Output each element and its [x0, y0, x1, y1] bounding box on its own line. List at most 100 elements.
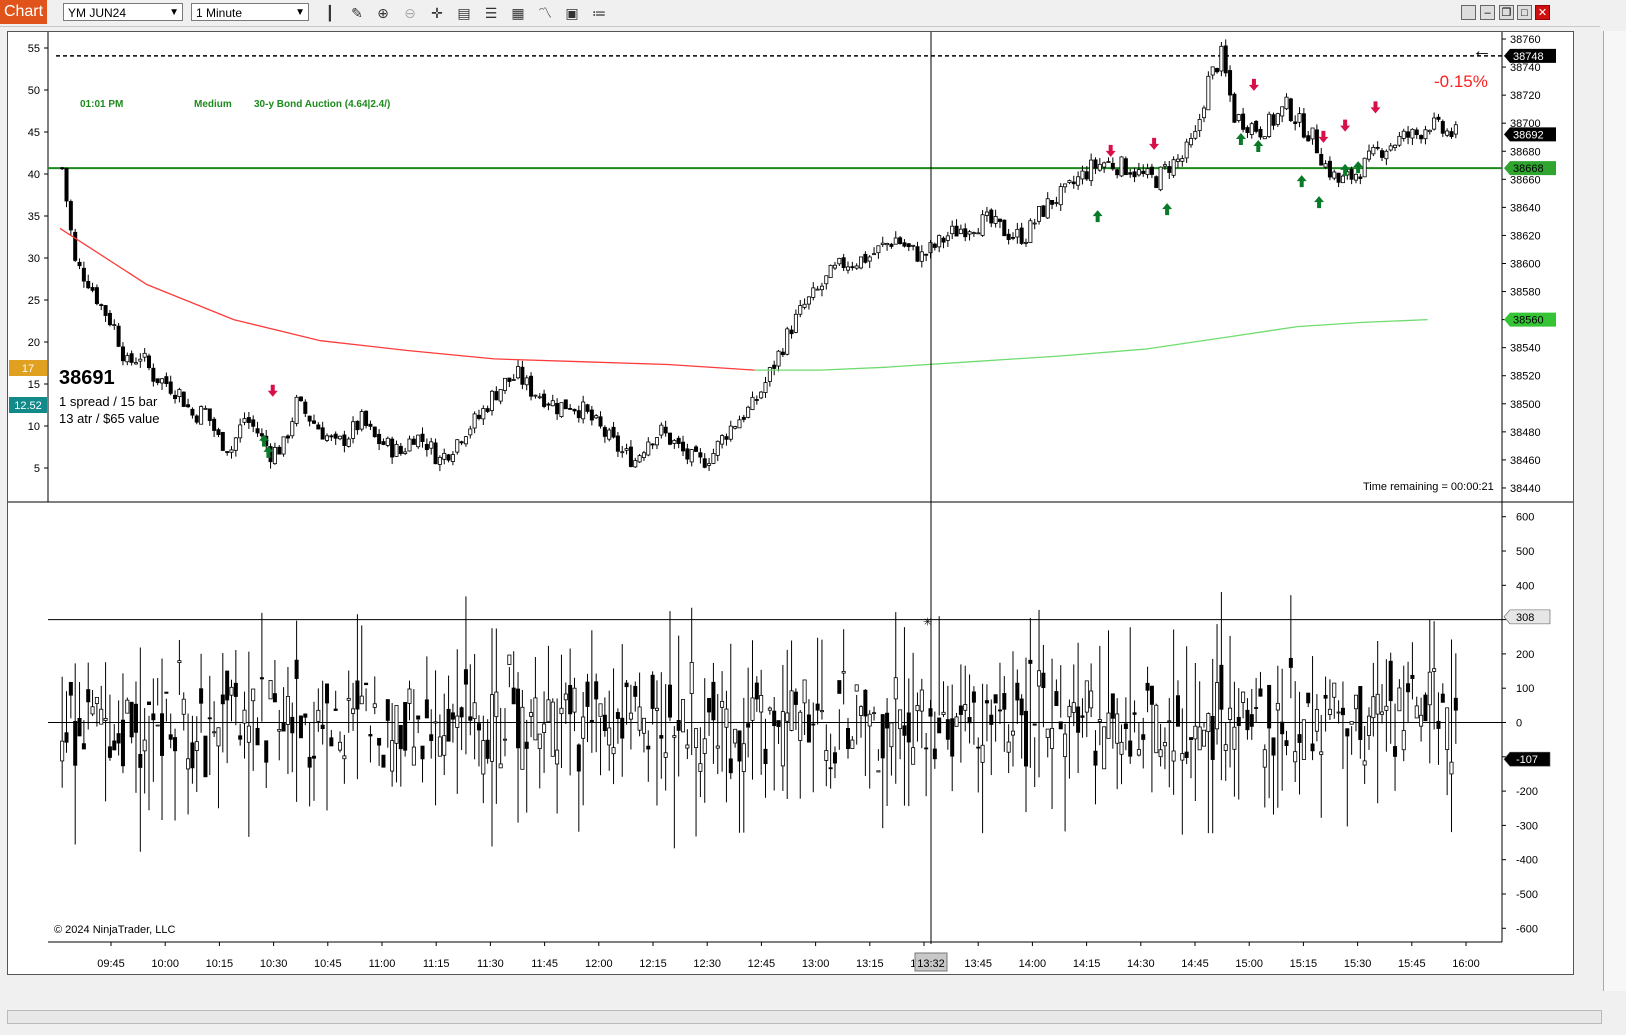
candle-body	[780, 351, 785, 356]
spread-stat: 1 spread / 15 bar	[59, 394, 158, 409]
osc-body	[1436, 720, 1441, 729]
close-icon[interactable]: ✕	[1535, 5, 1550, 20]
osc-body	[1019, 698, 1024, 716]
candle-body	[325, 435, 330, 441]
properties-icon[interactable]: ▤	[455, 4, 473, 22]
osc-body	[1427, 671, 1432, 706]
osc-body	[941, 711, 946, 715]
left-axis-tick: 45	[28, 127, 40, 139]
osc-body	[1258, 688, 1263, 697]
candle-body	[950, 225, 955, 235]
osc-body	[1310, 743, 1315, 752]
osc-body	[229, 686, 234, 696]
candle-body	[1223, 45, 1228, 74]
candle-body	[654, 437, 659, 446]
candle-body	[1406, 131, 1411, 138]
osc-body	[472, 702, 477, 720]
osc-axis-tick: 200	[1516, 649, 1534, 661]
candle-body	[1015, 228, 1020, 238]
candle-body	[151, 367, 156, 382]
candle-body	[898, 237, 903, 245]
candle-body	[1362, 157, 1367, 178]
chart-canvas[interactable]: 5550454035302520151053876038740387203870…	[8, 32, 1573, 974]
candle-body	[737, 419, 742, 429]
osc-body	[107, 746, 112, 758]
instrument-selector[interactable]: YM JUN24 ▼	[63, 3, 183, 21]
osc-body	[880, 714, 885, 759]
candle-body	[212, 418, 217, 431]
candle-body	[993, 216, 998, 224]
candle-body	[1202, 107, 1207, 119]
candle-body	[468, 428, 473, 436]
indicators-icon[interactable]: 〽	[536, 4, 554, 22]
candle-body	[272, 447, 277, 465]
time-axis-tick: 14:45	[1181, 958, 1209, 970]
osc-body	[333, 708, 338, 711]
osc-body	[980, 744, 985, 763]
osc-body	[1228, 707, 1233, 720]
candle-body	[181, 391, 186, 407]
event-name: 30-y Bond Auction (4.64|2.4/)	[254, 99, 391, 110]
zoom-in-icon[interactable]: ⊕	[374, 4, 392, 22]
candle-body	[628, 446, 633, 467]
min-icon[interactable]	[1461, 5, 1476, 20]
osc-body	[342, 755, 347, 760]
sell-arrow-icon	[1248, 78, 1259, 91]
candle-body	[963, 228, 968, 238]
osc-body	[859, 706, 864, 716]
osc-body	[902, 725, 907, 736]
crosshair-icon[interactable]: ✛	[428, 4, 446, 22]
candle-body	[763, 382, 768, 393]
maximize-icon[interactable]: ❐	[1499, 5, 1514, 20]
osc-body	[1362, 760, 1367, 766]
time-axis-tick: 15:30	[1344, 958, 1372, 970]
osc-body	[233, 682, 238, 697]
chart-tab[interactable]: Chart	[0, 0, 47, 24]
candle-body	[1123, 158, 1128, 176]
candle-body	[1006, 233, 1011, 240]
osc-body	[390, 740, 395, 772]
zoom-out-icon[interactable]: ⊖	[401, 4, 419, 22]
data-box-icon[interactable]: ☰	[482, 4, 500, 22]
candle-body	[194, 415, 199, 423]
osc-body	[1254, 707, 1259, 709]
strategy-icon[interactable]: ▣	[563, 4, 581, 22]
maximize-icon[interactable]: □	[1517, 5, 1532, 20]
candle-body	[555, 403, 560, 415]
osc-body	[355, 680, 360, 710]
interval-selector[interactable]: 1 Minute ▼	[191, 3, 309, 21]
candle-body	[650, 443, 655, 446]
osc-body	[264, 740, 269, 763]
osc-body	[155, 724, 160, 727]
candle-body	[1184, 141, 1189, 159]
candle-body	[290, 421, 295, 437]
layout-icon[interactable]: ▦	[509, 4, 527, 22]
pencil-icon[interactable]: ✎	[348, 4, 366, 22]
candle-body	[68, 201, 73, 231]
osc-body	[1306, 692, 1311, 704]
horizontal-scrollbar[interactable]	[7, 1010, 1602, 1024]
candle-body	[667, 432, 672, 445]
crosshair-center-icon: ✳	[923, 617, 932, 629]
chart-panel[interactable]: 55 50 45 40 35 30 25 20 15 10 5 38760 38740 38720 3870…	[7, 31, 1574, 975]
restore-icon[interactable]: ‒	[1480, 5, 1495, 20]
candle-body	[1310, 127, 1315, 140]
list-icon[interactable]: ≔	[590, 4, 608, 22]
price-axis-tick: 38540	[1510, 343, 1541, 355]
osc-body	[385, 699, 390, 721]
back-arrow-icon[interactable]: ←	[1472, 40, 1492, 63]
time-axis-tick: 10:15	[206, 958, 234, 970]
osc-body	[1327, 708, 1332, 715]
candle-body	[207, 408, 212, 421]
candle-body	[107, 312, 112, 326]
osc-body	[255, 727, 260, 746]
osc-body	[750, 697, 755, 721]
osc-body	[1080, 715, 1085, 718]
candle-body	[594, 415, 599, 419]
candle-body	[620, 451, 625, 454]
osc-body	[702, 738, 707, 754]
osc-body	[919, 689, 924, 712]
candle-body	[177, 389, 182, 397]
bar-style-icon[interactable]: ┃	[321, 4, 339, 22]
osc-axis-tick: -500	[1516, 889, 1538, 901]
